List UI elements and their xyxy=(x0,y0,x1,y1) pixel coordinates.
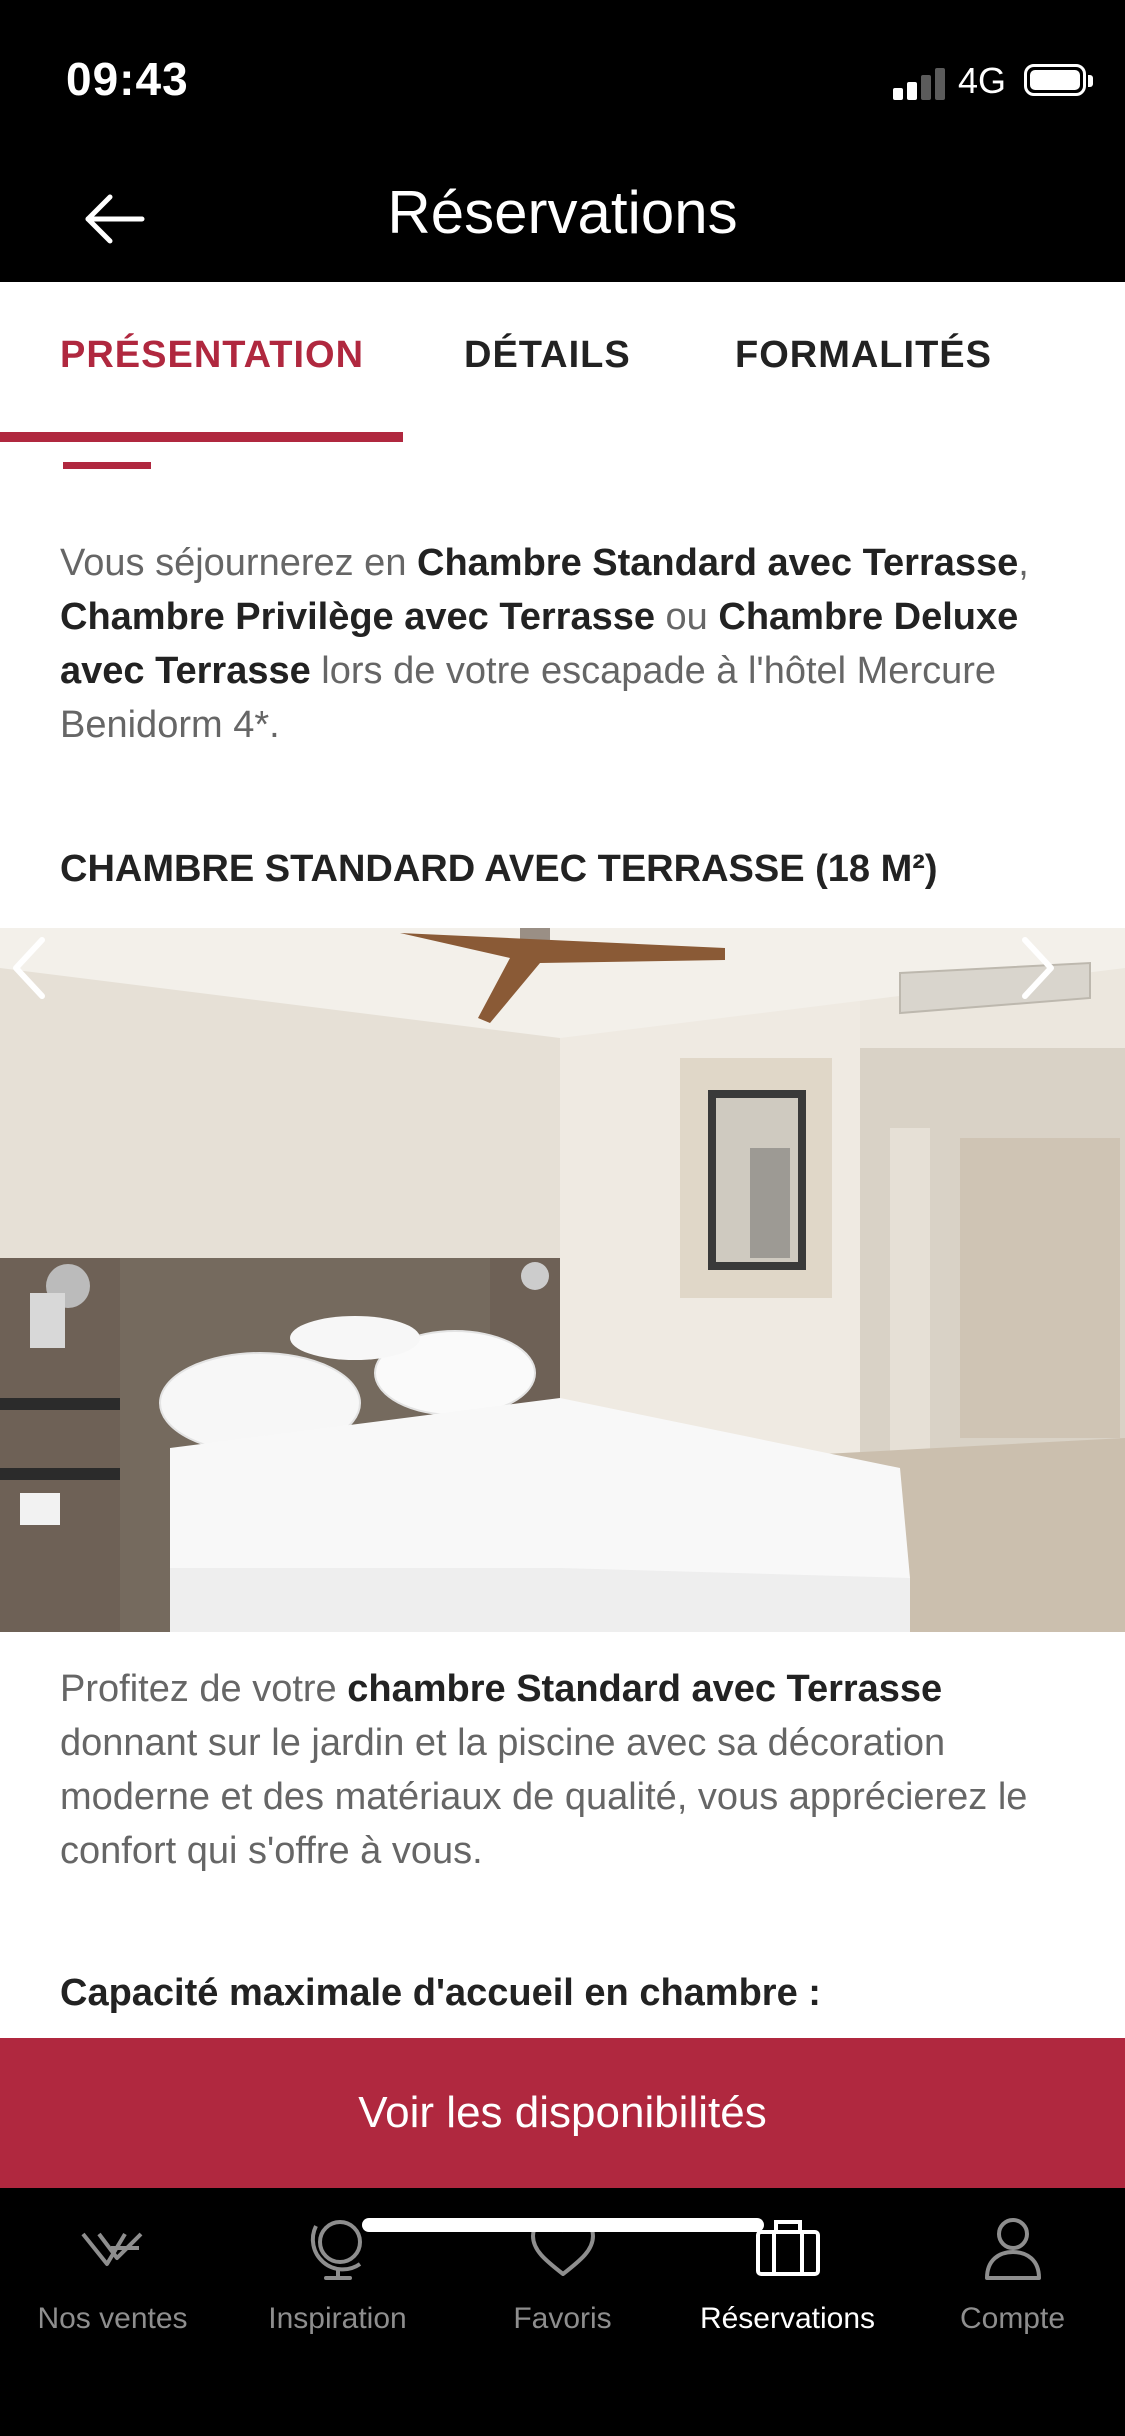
nav-label: Nos ventes xyxy=(37,2302,188,2335)
nav-item-compte[interactable]: Compte xyxy=(900,2212,1125,2336)
section-accent-line xyxy=(63,462,151,469)
room-description-part: Profitez de votre xyxy=(60,1668,348,1710)
capacity-title: Capacité maximale d'accueil en chambre : xyxy=(60,1972,821,2014)
room-description-highlight: chambre Standard avec Terrasse xyxy=(347,1668,943,1710)
room-section-title: CHAMBRE STANDARD AVEC TERRASSE (18 M²) xyxy=(60,848,938,890)
tab-formalities[interactable]: FORMALITÉS xyxy=(735,334,992,377)
nav-label: Favoris xyxy=(513,2302,612,2335)
network-type: 4G xyxy=(958,60,1007,101)
status-bar: 09:43 4G xyxy=(0,0,1125,160)
active-tab-indicator xyxy=(0,432,403,442)
user-icon xyxy=(984,2218,1041,2280)
tab-presentation[interactable]: PRÉSENTATION xyxy=(60,334,364,377)
nav-label: Inspiration xyxy=(268,2302,407,2335)
brand-logo-icon xyxy=(80,2232,142,2266)
room-photo xyxy=(0,928,1125,1632)
page-title: Réservations xyxy=(387,179,738,246)
tab-details[interactable]: DÉTAILS xyxy=(464,334,631,377)
carousel-prev-button[interactable] xyxy=(2,928,62,1008)
room-name-standard: Chambre Standard avec Terrasse xyxy=(417,542,1019,584)
intro-text: Vous séjournerez en Chambre Standard ave… xyxy=(60,536,1070,752)
tab-bar: PRÉSENTATION DÉTAILS FORMALITÉS xyxy=(0,282,1125,444)
intro-text-part: ou xyxy=(654,596,719,638)
intro-text-part: Vous séjournerez en xyxy=(60,542,418,584)
room-description: Profitez de votre chambre Standard avec … xyxy=(60,1662,1070,1878)
nav-label: Compte xyxy=(959,2302,1066,2335)
home-indicator[interactable] xyxy=(362,2218,764,2232)
see-availability-button[interactable]: Voir les disponibilités xyxy=(0,2038,1125,2188)
room-description-part: donnant sur le jardin et la piscine avec… xyxy=(60,1722,1028,1872)
nav-bar: Réservations xyxy=(0,160,1125,282)
nav-item-nos-ventes[interactable]: Nos ventes xyxy=(0,2212,225,2336)
nav-label: Réservations xyxy=(699,2302,876,2335)
carousel-next-button[interactable] xyxy=(1005,928,1065,1008)
status-time: 09:43 xyxy=(66,53,189,105)
room-photo-carousel[interactable] xyxy=(0,928,1125,1632)
intro-text-part: , xyxy=(1018,542,1029,584)
battery-icon xyxy=(1024,64,1093,96)
room-name-privilege: Chambre Privilège avec Terrasse xyxy=(60,596,655,638)
cellular-signal-icon xyxy=(893,66,945,100)
